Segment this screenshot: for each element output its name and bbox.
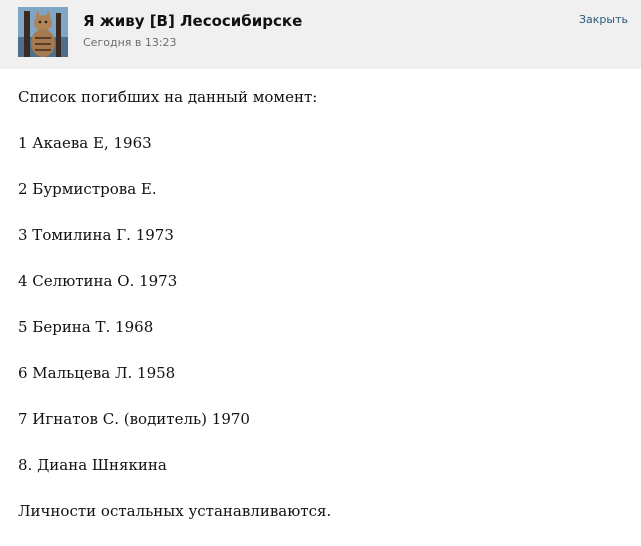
- post-header: Я живу [В] Лесосибирске Сегодня в 13:23 …: [0, 0, 641, 69]
- post-line-victim-4: 4 Селютина О. 1973: [18, 272, 178, 290]
- post-line-victim-7: 7 Игнатов С. (водитель) 1970: [18, 410, 250, 428]
- post-line-victim-8: 8. Диана Шнякина: [18, 456, 167, 474]
- group-name-link[interactable]: Я живу [В] Лесосибирске: [83, 12, 302, 30]
- post-line-victim-6: 6 Мальцева Л. 1958: [18, 364, 176, 382]
- post-timestamp: Сегодня в 13:23: [83, 36, 177, 49]
- post-text: Список погибших на данный момент: 1 Акае…: [18, 86, 628, 546]
- post-line-victim-1: 1 Акаева Е, 1963: [18, 134, 152, 152]
- group-avatar-icon[interactable]: [18, 7, 68, 57]
- post-line-victim-2: 2 Бурмистрова Е.: [18, 180, 157, 198]
- post-line-footer: Личности остальных устанавливаются.: [18, 502, 332, 520]
- post-line-victim-3: 3 Томилина Г. 1973: [18, 226, 174, 244]
- post-line-intro: Список погибших на данный момент:: [18, 88, 318, 106]
- post-line-victim-5: 5 Берина Т. 1968: [18, 318, 154, 336]
- close-link[interactable]: Закрыть: [579, 13, 628, 27]
- avatar-image: [18, 7, 68, 57]
